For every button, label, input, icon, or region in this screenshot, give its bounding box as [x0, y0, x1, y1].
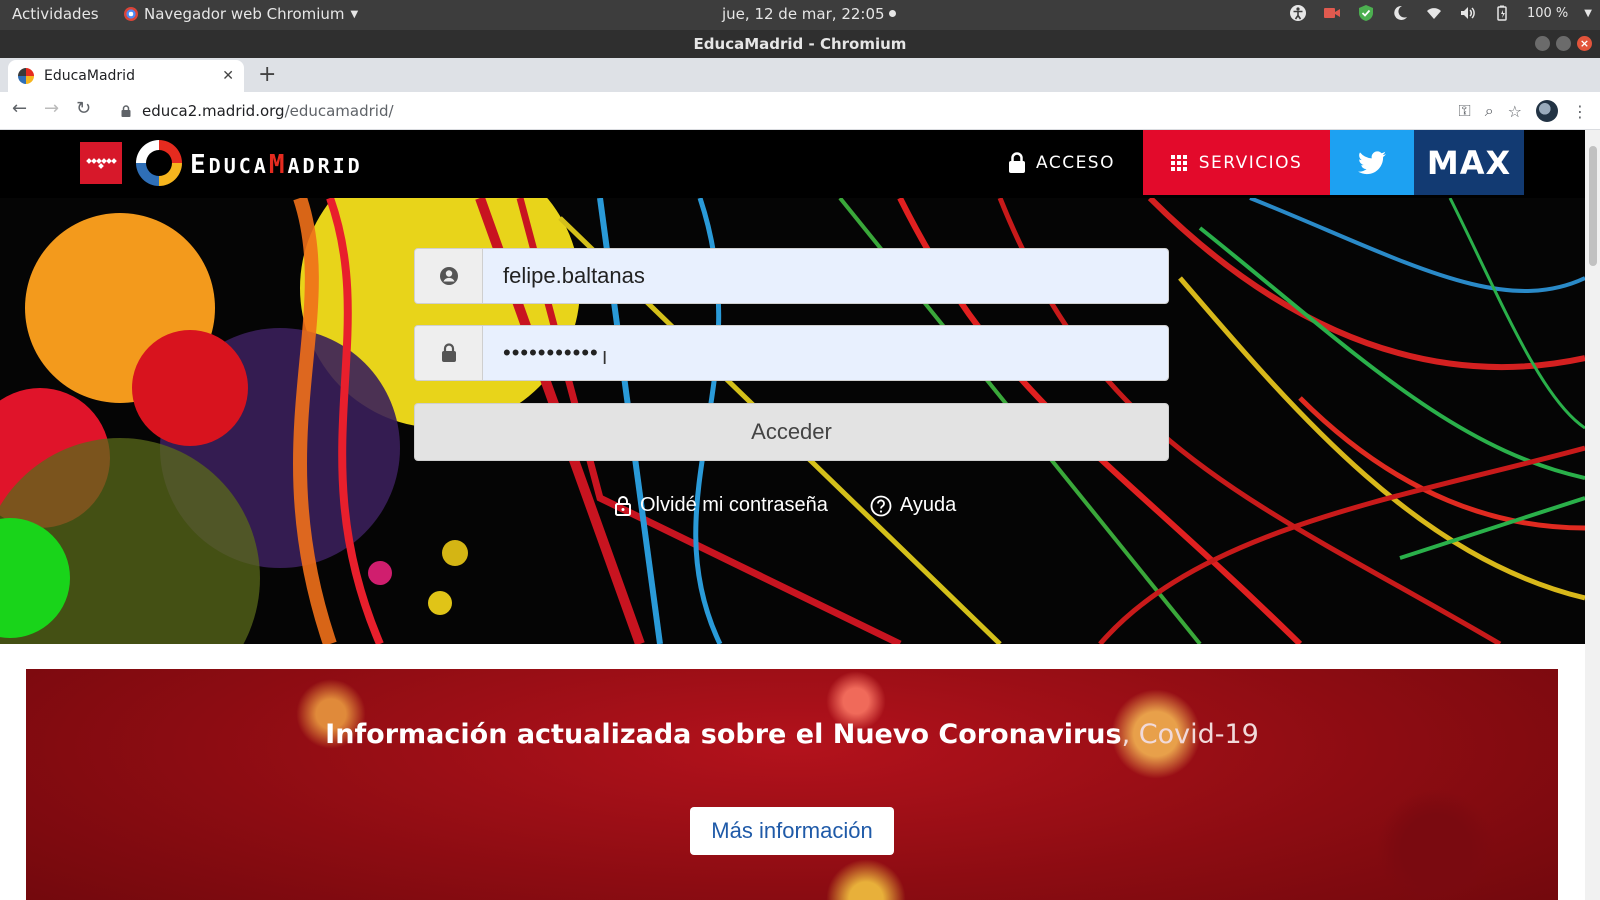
- system-top-bar: Actividades Navegador web Chromium ▼ jue…: [0, 0, 1600, 30]
- wordmark-duca: DUCA: [208, 154, 269, 178]
- password-addon: [415, 326, 483, 380]
- chevron-down-icon: ▼: [1584, 7, 1592, 19]
- menu-kebab-icon[interactable]: ⋮: [1572, 102, 1588, 121]
- zoom-icon[interactable]: ⌕: [1485, 101, 1494, 121]
- forgot-password-link[interactable]: Olvidé mi contraseña: [614, 494, 828, 517]
- twitter-link[interactable]: [1330, 130, 1414, 195]
- chromium-icon: [124, 7, 138, 21]
- grid-icon: [1170, 154, 1187, 171]
- nav-acceso-label: ACCESO: [1036, 152, 1115, 173]
- password-input[interactable]: •••••••••••: [483, 326, 1168, 380]
- window-controls: ×: [1535, 36, 1592, 51]
- address-bar[interactable]: educa2.madrid.org/educamadrid/: [110, 96, 1450, 126]
- clock[interactable]: jue, 12 de mar, 22:05: [722, 5, 896, 23]
- comunidad-madrid-logo[interactable]: [80, 142, 122, 184]
- system-tray[interactable]: 100 % ▼: [1289, 4, 1592, 22]
- clock-label: jue, 12 de mar, 22:05: [722, 5, 885, 23]
- reload-icon[interactable]: ↻: [76, 98, 91, 119]
- site-header: EDUCAMADRID ACCESO SERVICIOS MAX: [0, 130, 1585, 198]
- chevron-down-icon: ▼: [350, 8, 359, 20]
- virus-decoration: [1376, 789, 1496, 900]
- toolbar-actions: ⚿ ⌕ ☆ ⋮: [1459, 100, 1588, 122]
- wifi-icon[interactable]: [1425, 4, 1443, 22]
- lock-icon[interactable]: [120, 105, 132, 117]
- text-cursor-icon: I: [602, 348, 608, 369]
- browser-toolbar: ← → ↻ educa2.madrid.org/educamadrid/ ⚿ ⌕…: [0, 92, 1600, 130]
- minimize-icon[interactable]: [1535, 36, 1550, 51]
- url-host: educa2.madrid.org: [142, 102, 285, 120]
- tab-title: EducaMadrid: [44, 68, 135, 84]
- username-field[interactable]: felipe.baltanas: [414, 248, 1169, 304]
- screen-record-icon[interactable]: [1323, 4, 1341, 22]
- app-menu[interactable]: Navegador web Chromium ▼: [124, 5, 358, 23]
- key-icon[interactable]: ⚿: [1459, 101, 1471, 121]
- accessibility-icon[interactable]: [1289, 4, 1307, 22]
- password-field[interactable]: •••••••••••: [414, 325, 1169, 381]
- educamadrid-wordmark[interactable]: EDUCAMADRID: [190, 150, 363, 180]
- mas-informacion-button[interactable]: Más información: [690, 807, 894, 855]
- scrollbar-thumb[interactable]: [1589, 146, 1597, 266]
- maximize-icon[interactable]: [1556, 36, 1571, 51]
- wordmark-adrid: ADRID: [287, 154, 363, 178]
- covid-banner-title: Información actualizada sobre el Nuevo C…: [26, 719, 1558, 750]
- back-icon[interactable]: ←: [12, 98, 27, 119]
- night-light-icon[interactable]: [1391, 4, 1409, 22]
- window-title-bar[interactable]: EducaMadrid - Chromium ×: [0, 30, 1600, 58]
- help-label: Ayuda: [899, 494, 957, 516]
- acceder-button[interactable]: Acceder: [414, 403, 1169, 461]
- hero-login-section: felipe.baltanas ••••••••••• I Acceder Ol…: [0, 198, 1585, 644]
- help-circle-icon: [870, 495, 892, 516]
- page-viewport: EDUCAMADRID ACCESO SERVICIOS MAX felipe.…: [0, 130, 1585, 900]
- url-path: /educamadrid/: [284, 102, 394, 120]
- wordmark-e: E: [190, 150, 209, 180]
- nav-max[interactable]: MAX: [1414, 130, 1524, 195]
- help-link[interactable]: Ayuda: [870, 494, 956, 517]
- covid-title-bold: Información actualizada sobre el Nuevo C…: [325, 719, 1122, 750]
- tab-strip: EducaMadrid ✕ +: [0, 58, 1600, 92]
- lock-icon: [441, 343, 456, 362]
- notification-dot-icon: [888, 10, 896, 17]
- virus-decoration: [826, 859, 906, 900]
- forward-icon[interactable]: →: [44, 98, 59, 119]
- user-icon: [439, 267, 458, 285]
- forgot-password-label: Olvidé mi contraseña: [640, 494, 828, 516]
- page-scrollbar[interactable]: [1585, 130, 1600, 900]
- new-tab-icon[interactable]: +: [258, 62, 276, 87]
- educamadrid-emblem-icon[interactable]: [136, 140, 182, 186]
- close-window-icon[interactable]: ×: [1577, 36, 1592, 51]
- star-icon[interactable]: ☆: [1508, 102, 1522, 121]
- covid-info-banner: Información actualizada sobre el Nuevo C…: [26, 669, 1558, 900]
- lock-icon: [1009, 151, 1025, 173]
- twitter-bird-icon: [1358, 150, 1386, 174]
- vpn-shield-icon[interactable]: [1357, 4, 1375, 22]
- window-title: EducaMadrid - Chromium: [693, 35, 907, 53]
- app-menu-label: Navegador web Chromium: [144, 5, 345, 23]
- battery-percent: 100 %: [1526, 5, 1569, 21]
- lock-outline-icon: [615, 495, 631, 516]
- covid-title-light: , Covid-19: [1121, 719, 1259, 750]
- login-help-links: Olvidé mi contraseña Ayuda: [614, 494, 956, 517]
- nav-servicios-label: SERVICIOS: [1198, 152, 1303, 173]
- activities-button[interactable]: Actividades: [12, 5, 99, 23]
- educamadrid-favicon-icon: [18, 68, 34, 84]
- username-addon: [415, 249, 483, 303]
- username-input[interactable]: felipe.baltanas: [483, 249, 1168, 303]
- close-tab-icon[interactable]: ✕: [222, 68, 234, 84]
- wordmark-m: M: [268, 150, 288, 180]
- nav-acceso[interactable]: ACCESO: [1008, 130, 1115, 195]
- tab-educamadrid[interactable]: EducaMadrid ✕: [8, 60, 244, 92]
- volume-icon[interactable]: [1459, 4, 1477, 22]
- nav-servicios[interactable]: SERVICIOS: [1143, 130, 1330, 195]
- profile-avatar[interactable]: [1536, 100, 1558, 122]
- battery-icon[interactable]: [1493, 4, 1511, 22]
